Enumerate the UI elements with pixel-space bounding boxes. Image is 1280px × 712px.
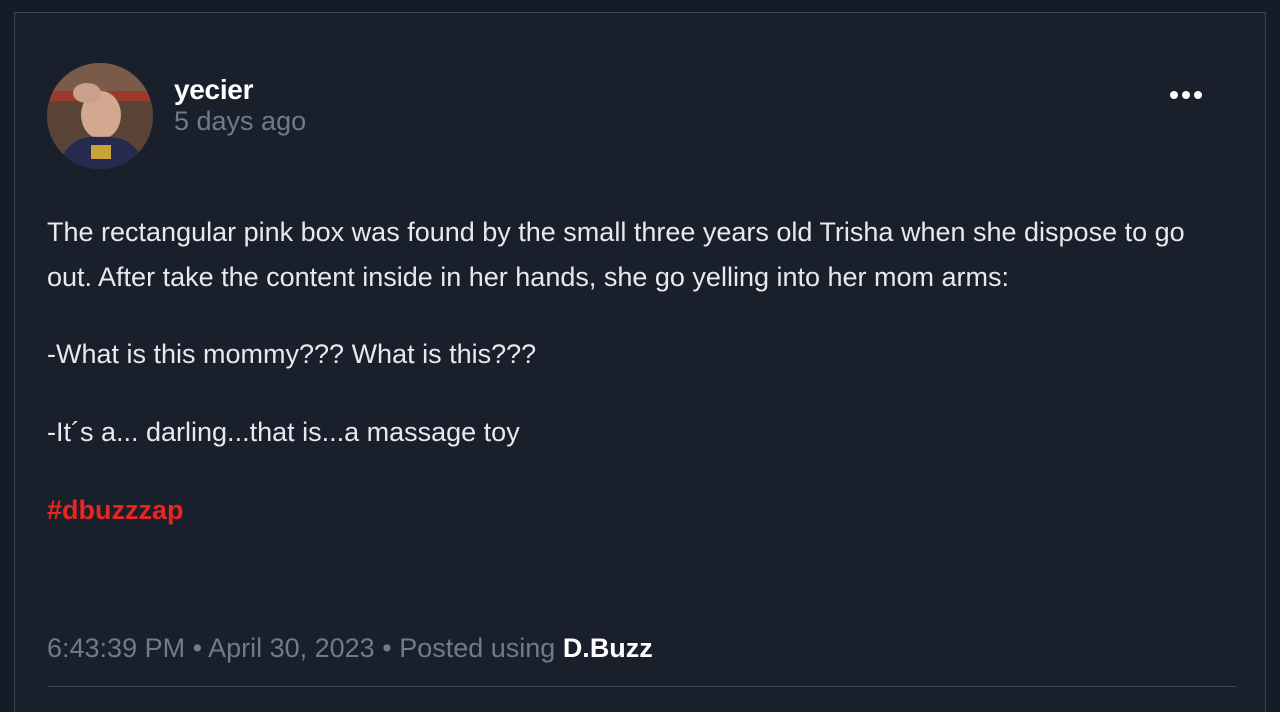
more-dot	[1170, 91, 1178, 99]
footer-separator: •	[382, 633, 392, 663]
avatar[interactable]	[47, 63, 153, 169]
post-time: 6:43:39 PM	[47, 633, 186, 663]
post-date: April 30, 2023	[208, 633, 375, 663]
footer-separator: •	[192, 633, 203, 663]
post-paragraph: -What is this mommy??? What is this???	[47, 339, 537, 369]
footer-divider	[47, 686, 1237, 687]
post-footer: 6:43:39 PM • April 30, 2023 • Posted usi…	[47, 627, 653, 669]
top-edge	[0, 0, 1280, 12]
more-dot	[1194, 91, 1202, 99]
post-relative-time: 5 days ago	[174, 106, 307, 136]
app-link[interactable]: D.Buzz	[563, 633, 653, 663]
more-options-icon[interactable]	[1166, 84, 1206, 106]
avatar-photo	[47, 63, 153, 169]
post-paragraph: The rectangular pink box was found by th…	[47, 217, 1185, 292]
post-paragraph: -It´s a... darling...that is...a massage…	[47, 417, 520, 447]
more-dot	[1182, 91, 1190, 99]
posted-using-label: Posted using	[399, 633, 556, 663]
author-username[interactable]: yecier	[174, 74, 253, 106]
hashtag-link[interactable]: #dbuzzzap	[47, 488, 184, 533]
